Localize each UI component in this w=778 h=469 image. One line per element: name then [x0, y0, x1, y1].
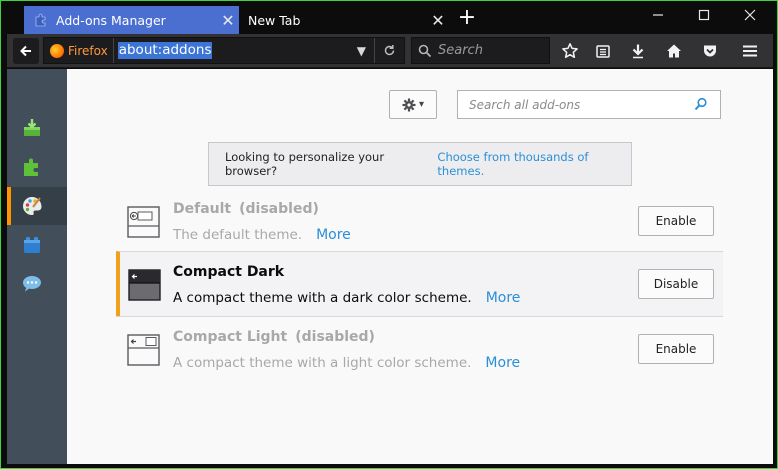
tab-label: Add-ons Manager: [56, 12, 166, 28]
tab-label: New Tab: [248, 12, 301, 28]
dropdown-arrow-icon[interactable]: ▼: [357, 44, 366, 58]
site-identity[interactable]: Firefox: [44, 38, 114, 63]
back-button[interactable]: [13, 38, 39, 64]
lego-brick-icon: [24, 237, 40, 253]
theme-description: A compact theme with a dark color scheme…: [173, 290, 520, 306]
home-icon: [667, 44, 681, 58]
download-arrow-icon: [632, 44, 644, 59]
theme-description-text: A compact theme with a light color schem…: [173, 355, 472, 371]
more-link[interactable]: More: [485, 355, 520, 371]
addons-categories-sidebar: [7, 69, 67, 464]
tab-addons-manager[interactable]: Add-ons Manager ✕: [24, 6, 239, 34]
category-plugins[interactable]: [7, 226, 67, 264]
reload-button[interactable]: [374, 38, 404, 63]
firefox-logo-icon: [50, 43, 64, 58]
new-tab-button[interactable]: +: [453, 6, 481, 32]
search-addons-input[interactable]: Search all add-ons: [457, 90, 721, 119]
theme-status: (disabled): [239, 201, 319, 217]
theme-row-compact-light[interactable]: Compact Light (disabled) A compact theme …: [116, 316, 723, 381]
minimize-button[interactable]: [637, 3, 679, 33]
theme-name-text: Compact Light: [173, 329, 288, 345]
theme-window-icon: [127, 206, 160, 238]
search-placeholder: Search: [438, 43, 483, 58]
home-button[interactable]: [661, 38, 687, 64]
enable-button[interactable]: Enable: [638, 334, 714, 364]
search-bar[interactable]: Search: [411, 37, 550, 64]
close-tab-icon[interactable]: ✕: [217, 11, 239, 30]
reading-list-icon: [596, 45, 610, 58]
maximize-button[interactable]: [683, 3, 725, 33]
url-bar[interactable]: Firefox about:addons ▼: [43, 37, 405, 64]
browser-window: Add-ons Manager ✕ New Tab ✕ + Firefox ab…: [0, 0, 778, 469]
bookmark-star-button[interactable]: [557, 38, 583, 64]
category-themes[interactable]: [7, 187, 67, 225]
downloads-button[interactable]: [625, 38, 651, 64]
chevron-down-icon: ▾: [418, 99, 425, 110]
more-link[interactable]: More: [316, 227, 351, 243]
identity-label: Firefox: [68, 43, 108, 58]
menu-button[interactable]: [737, 38, 763, 64]
back-arrow-icon: [20, 45, 31, 57]
close-tab-icon[interactable]: ✕: [427, 11, 449, 30]
palette-icon: [23, 197, 42, 215]
search-icon: [418, 44, 432, 57]
category-extensions[interactable]: [7, 148, 67, 186]
maximize-icon: [698, 9, 710, 21]
theme-window-dark-icon: [128, 269, 161, 301]
category-services[interactable]: [7, 265, 67, 303]
banner-text: Looking to personalize your browser?: [225, 150, 385, 178]
disable-button[interactable]: Disable: [638, 269, 714, 299]
enable-button[interactable]: Enable: [638, 206, 714, 236]
addons-main-content: ▾ Search all add-ons Looking to personal…: [67, 69, 773, 464]
choose-themes-link[interactable]: Choose from thousands of themes.: [437, 150, 631, 178]
tools-menu-button[interactable]: ▾: [389, 90, 437, 119]
tab-new-tab[interactable]: New Tab ✕: [239, 6, 449, 34]
gear-icon: [402, 98, 416, 111]
theme-name-text: Compact Dark: [173, 264, 285, 280]
speech-bubble-icon: [23, 276, 41, 292]
theme-description-text: A compact theme with a dark color scheme…: [173, 290, 472, 306]
theme-name: Compact Light (disabled): [173, 329, 375, 345]
hamburger-menu-icon: [743, 45, 757, 57]
reload-icon: [384, 45, 395, 56]
personalize-banner: Looking to personalize your browser? Cho…: [208, 142, 632, 186]
pocket-icon: [704, 45, 716, 57]
library-button[interactable]: [590, 38, 616, 64]
theme-name-text: Default: [173, 201, 232, 217]
star-icon: [562, 43, 578, 59]
close-icon: [744, 9, 756, 21]
theme-name: Default (disabled): [173, 201, 319, 217]
search-icon[interactable]: [694, 97, 708, 114]
download-box-icon: [24, 119, 40, 136]
navigation-toolbar: Firefox about:addons ▼ Search: [7, 34, 773, 68]
search-addons-placeholder: Search all add-ons: [469, 97, 581, 112]
theme-name: Compact Dark: [173, 264, 292, 280]
close-window-button[interactable]: [729, 3, 771, 33]
puzzle-piece-icon: [24, 158, 38, 176]
more-link[interactable]: More: [486, 290, 521, 306]
theme-status: (disabled): [295, 329, 375, 345]
theme-description: A compact theme with a light color schem…: [173, 355, 520, 371]
theme-description-text: The default theme.: [173, 227, 303, 243]
category-get-addons[interactable]: [7, 109, 67, 147]
puzzle-piece-icon: [34, 13, 48, 27]
theme-row-compact-dark[interactable]: Compact Dark A compact theme with a dark…: [116, 251, 723, 316]
minimize-icon: [653, 14, 663, 16]
pocket-button[interactable]: [697, 38, 723, 64]
theme-description: The default theme. More: [173, 227, 351, 243]
theme-window-light-icon: [127, 334, 160, 366]
theme-row-default[interactable]: Default (disabled) The default theme. More…: [116, 189, 723, 254]
url-text[interactable]: about:addons: [117, 42, 213, 59]
